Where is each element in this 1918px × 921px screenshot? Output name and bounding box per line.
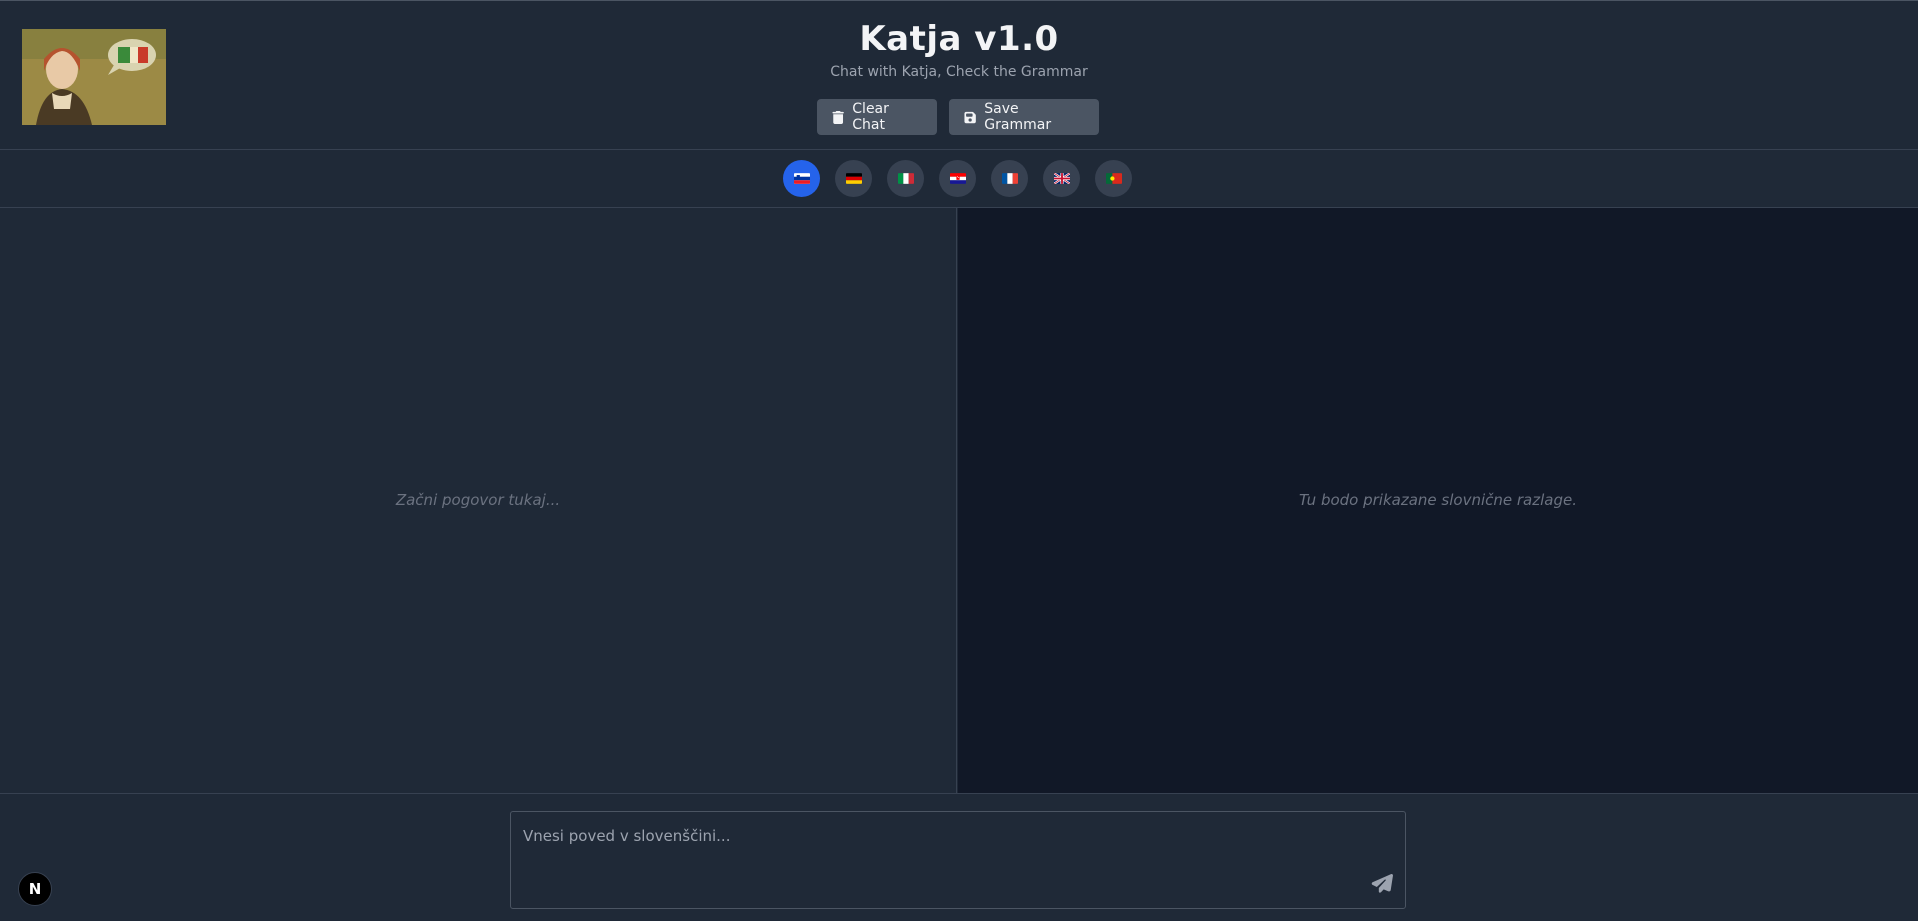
composer-bar: N [0, 793, 1918, 921]
send-button[interactable] [1371, 874, 1395, 898]
save-grammar-button[interactable]: Save Grammar [949, 99, 1099, 135]
clear-chat-label: Clear Chat [852, 101, 889, 133]
message-input-wrapper [510, 811, 1406, 909]
chat-panel: Začni pogovor tukaj... [0, 208, 957, 793]
language-option-gb[interactable] [1043, 160, 1080, 197]
nextjs-badge[interactable]: N [18, 872, 52, 906]
language-option-pt[interactable] [1095, 160, 1132, 197]
italian-flag-icon [897, 173, 914, 184]
language-option-hr[interactable] [939, 160, 976, 197]
french-flag-icon [1001, 173, 1018, 184]
language-option-sl[interactable] [783, 160, 820, 197]
language-option-de[interactable] [835, 160, 872, 197]
grammar-placeholder: Tu bodo prikazane slovnične razlage. [1299, 491, 1577, 509]
uk-flag-icon [1053, 173, 1070, 184]
message-input[interactable] [511, 812, 1405, 908]
german-flag-icon [845, 173, 862, 184]
language-selector [0, 150, 1918, 208]
slovenian-flag-icon [793, 173, 810, 184]
paper-plane-icon [1371, 874, 1393, 893]
language-option-it[interactable] [887, 160, 924, 197]
page-subtitle: Chat with Katja, Check the Grammar [830, 64, 1088, 80]
trash-icon [832, 110, 844, 124]
portuguese-flag-icon [1105, 173, 1122, 184]
save-grammar-label: Save Grammar [984, 101, 1052, 133]
floppy-disk-icon [964, 111, 976, 123]
page-title: Katja v1.0 [859, 19, 1059, 59]
grammar-panel: Tu bodo prikazane slovnične razlage. [958, 208, 1918, 793]
chat-placeholder: Začni pogovor tukaj... [395, 491, 561, 509]
app-header: Katja v1.0 Chat with Katja, Check the Gr… [0, 0, 1918, 150]
language-option-fr[interactable] [991, 160, 1028, 197]
croatian-flag-icon [949, 173, 966, 184]
clear-chat-button[interactable]: Clear Chat [817, 99, 937, 135]
